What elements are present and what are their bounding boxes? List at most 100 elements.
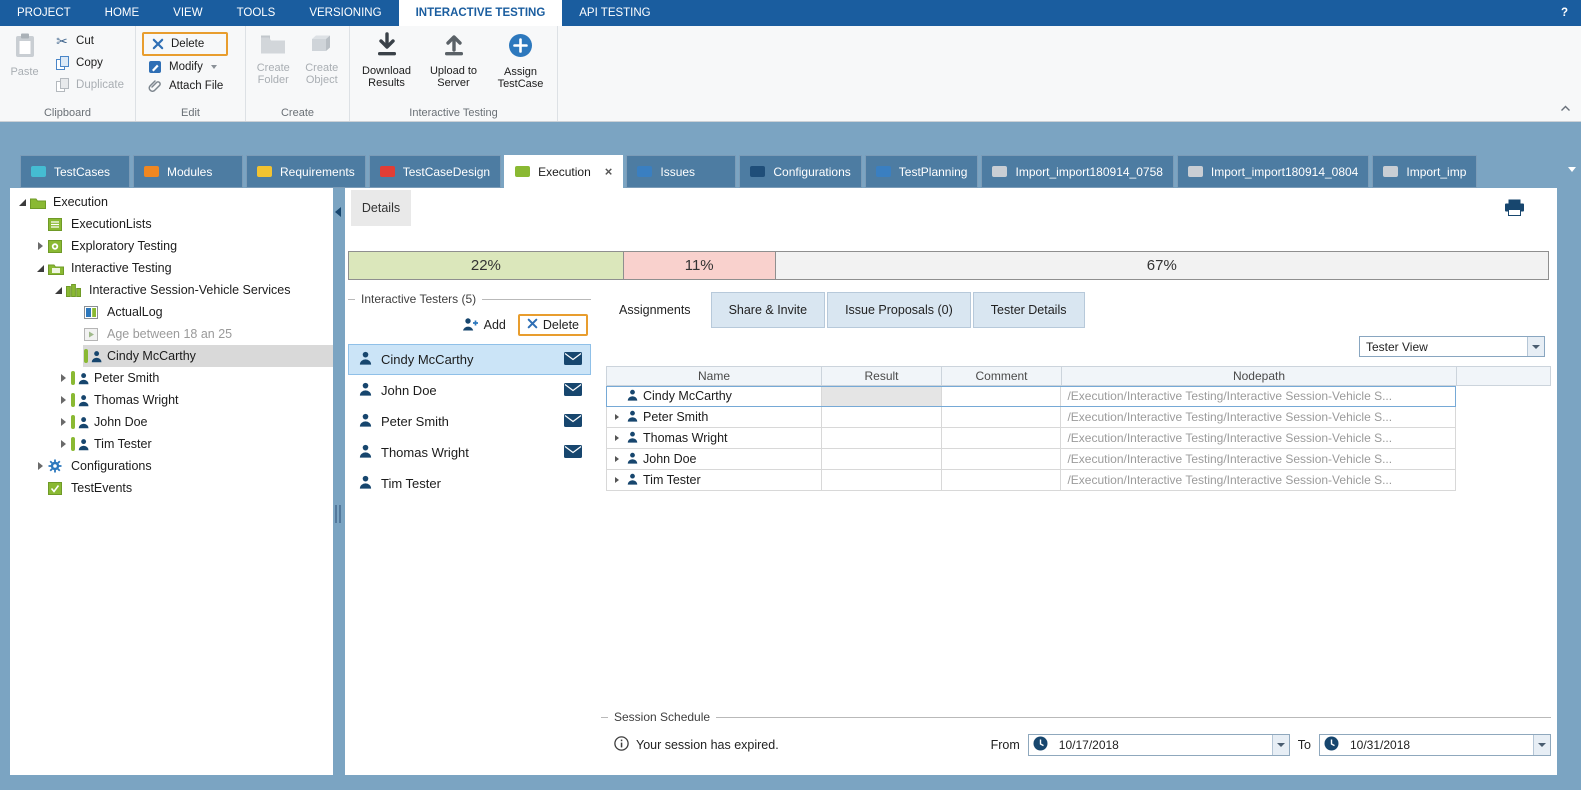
table-row[interactable]: John Doe /Execution/Interactive Testing/…	[606, 449, 1456, 470]
expand-arrow-icon[interactable]	[611, 414, 622, 420]
doc-tab-testcasedesign[interactable]: TestCaseDesign	[369, 155, 501, 188]
play-icon	[84, 327, 102, 342]
duplicate-button[interactable]: Duplicate	[49, 75, 129, 94]
add-tester-button[interactable]: Add	[462, 317, 506, 334]
paperclip-icon	[147, 79, 163, 93]
menu-versioning[interactable]: VERSIONING	[292, 0, 398, 26]
tree-item-exploratory-testing[interactable]: Exploratory Testing	[10, 235, 333, 257]
tree-item-executionlists[interactable]: ExecutionLists	[10, 213, 333, 235]
column-header-comment[interactable]: Comment	[942, 367, 1062, 385]
tree-item-execution[interactable]: Execution	[10, 191, 333, 213]
assign-testcase-button[interactable]: Assign TestCase	[490, 30, 551, 94]
tree-item-actuallog[interactable]: ActualLog	[10, 301, 333, 323]
copy-icon	[54, 55, 70, 71]
tab-share-invite[interactable]: Share & Invite	[711, 292, 826, 328]
doc-tab-configurations[interactable]: Configurations	[739, 155, 861, 188]
tree-item-label: Interactive Session-Vehicle Services	[89, 283, 290, 297]
tester-list-item[interactable]: Tim Tester	[348, 468, 591, 499]
download-results-button[interactable]: Download Results	[356, 30, 417, 94]
tester-list-item[interactable]: Thomas Wright	[348, 437, 591, 468]
tree-item-interactive-session[interactable]: Interactive Session-Vehicle Services	[10, 279, 333, 301]
tab-details[interactable]: Details	[351, 190, 411, 226]
menu-project[interactable]: PROJECT	[0, 0, 88, 26]
doc-tab-issues[interactable]: Issues	[626, 155, 736, 188]
tree-item-john-doe[interactable]: John Doe	[10, 411, 333, 433]
clock-icon	[1033, 736, 1048, 754]
menu-view[interactable]: VIEW	[156, 0, 219, 26]
tab-tester-details[interactable]: Tester Details	[973, 292, 1085, 328]
tab-issue-proposals[interactable]: Issue Proposals (0)	[827, 292, 971, 328]
tree-item-configurations[interactable]: Configurations	[10, 455, 333, 477]
attach-file-button[interactable]: Attach File	[142, 78, 228, 94]
execution-progress-bar: 22% 11% 67%	[348, 251, 1549, 280]
help-button[interactable]: ?	[1548, 0, 1581, 26]
row-result	[822, 428, 942, 448]
collapse-ribbon-button[interactable]	[1560, 99, 1571, 117]
to-date-picker[interactable]: 10/31/2018	[1319, 734, 1551, 756]
close-tab-icon[interactable]: ×	[605, 164, 613, 179]
expand-arrow-icon[interactable]	[611, 477, 622, 483]
delete-button[interactable]: Delete	[144, 34, 226, 54]
tree-item-peter-smith[interactable]: Peter Smith	[10, 367, 333, 389]
menu-api-testing[interactable]: API TESTING	[562, 0, 667, 26]
tester-list-item[interactable]: Peter Smith	[348, 406, 591, 437]
envelope-icon	[564, 414, 582, 430]
doc-tab-requirements[interactable]: Requirements	[246, 155, 366, 188]
expand-arrow-icon[interactable]	[611, 456, 622, 462]
expand-arrow-icon[interactable]	[57, 374, 70, 382]
create-object-button[interactable]: Create Object	[301, 30, 344, 94]
tab-assignments[interactable]: Assignments	[601, 292, 709, 328]
tester-list-item[interactable]: Cindy McCarthy	[348, 344, 591, 375]
column-header-name[interactable]: Name	[607, 367, 822, 385]
doc-tab-import-truncated[interactable]: Import_imp	[1372, 155, 1477, 188]
tree-item-tim-tester[interactable]: Tim Tester	[10, 433, 333, 455]
doc-tab-execution[interactable]: Execution ×	[504, 155, 623, 188]
doc-tab-modules[interactable]: Modules	[133, 155, 243, 188]
tree-item-thomas-wright[interactable]: Thomas Wright	[10, 389, 333, 411]
group-caption-create: Create	[246, 107, 349, 119]
table-row[interactable]: Tim Tester /Execution/Interactive Testin…	[606, 470, 1456, 491]
column-header-nodepath[interactable]: Nodepath	[1062, 367, 1457, 385]
tab-overflow-chevron-icon[interactable]	[1568, 167, 1576, 172]
delete-tester-button[interactable]: Delete	[520, 316, 586, 334]
expand-arrow-icon[interactable]	[34, 462, 47, 470]
create-folder-button[interactable]: Create Folder	[252, 30, 295, 94]
tree-item-testevents[interactable]: TestEvents	[10, 477, 333, 499]
tab-label: Import_import180914_0804	[1211, 165, 1358, 179]
menu-interactive-testing[interactable]: INTERACTIVE TESTING	[399, 0, 563, 26]
expand-arrow-icon[interactable]	[57, 396, 70, 404]
expand-arrow-icon[interactable]	[611, 435, 622, 441]
tree-item-interactive-testing[interactable]: Interactive Testing	[10, 257, 333, 279]
column-header-result[interactable]: Result	[822, 367, 942, 385]
expand-arrow-icon[interactable]	[52, 287, 65, 294]
table-row[interactable]: Cindy McCarthy /Execution/Interactive Te…	[606, 386, 1456, 407]
tree-item-age-between[interactable]: Age between 18 an 25	[10, 323, 333, 345]
tree-splitter-handle[interactable]	[335, 505, 341, 523]
expand-arrow-icon[interactable]	[57, 418, 70, 426]
expand-arrow-icon[interactable]	[34, 265, 47, 272]
doc-tab-import-0804[interactable]: Import_import180914_0804	[1177, 155, 1369, 188]
from-date-picker[interactable]: 10/17/2018	[1028, 734, 1290, 756]
tree-item-cindy-mccarthy[interactable]: Cindy McCarthy	[10, 345, 333, 367]
expand-arrow-icon[interactable]	[34, 242, 47, 250]
table-row[interactable]: Thomas Wright /Execution/Interactive Tes…	[606, 428, 1456, 449]
doc-tab-testplanning[interactable]: TestPlanning	[865, 155, 979, 188]
print-icon[interactable]	[1504, 199, 1525, 221]
menu-home[interactable]: HOME	[88, 0, 157, 26]
copy-button[interactable]: Copy	[49, 54, 129, 73]
expand-arrow-icon[interactable]	[16, 199, 29, 206]
table-row[interactable]: Peter Smith /Execution/Interactive Testi…	[606, 407, 1456, 428]
doc-tab-testcases[interactable]: TestCases	[20, 155, 130, 188]
tester-list-item[interactable]: John Doe	[348, 375, 591, 406]
modify-button[interactable]: Modify	[142, 59, 228, 75]
paste-button[interactable]: Paste	[6, 30, 43, 94]
delete-label: Delete	[171, 38, 204, 50]
expand-arrow-icon[interactable]	[57, 440, 70, 448]
menu-tools[interactable]: TOOLS	[220, 0, 293, 26]
cut-button[interactable]: ✂ Cut	[49, 32, 129, 51]
tester-view-select[interactable]: Tester View	[1359, 336, 1545, 357]
person-icon	[359, 475, 372, 492]
upload-to-server-button[interactable]: Upload to Server	[423, 30, 484, 94]
scroll-left-icon[interactable]	[335, 207, 341, 217]
doc-tab-import-0758[interactable]: Import_import180914_0758	[981, 155, 1173, 188]
